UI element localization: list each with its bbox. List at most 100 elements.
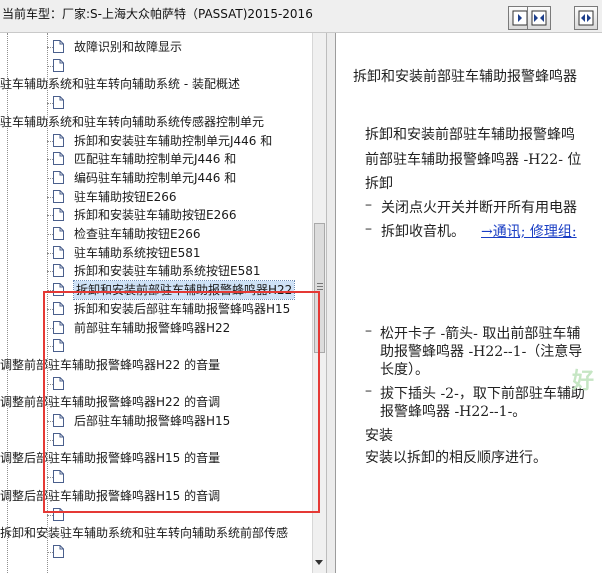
grip-line	[317, 286, 323, 287]
document-icon	[53, 59, 64, 72]
tree-item[interactable]: 驻车辅助系统和驻车转向辅助系统传感器控制单元	[0, 113, 312, 131]
toolbar: 当前车型：厂家:S-上海大众帕萨特（PASSAT)2015-2016	[0, 0, 602, 33]
tree-item[interactable]	[0, 506, 312, 524]
tree-item[interactable]	[0, 431, 312, 449]
tree-item-label: 拆卸和安装驻车辅助系统和驻车转向辅助系统前部传感	[0, 526, 289, 540]
tree-item[interactable]	[0, 57, 312, 75]
document-icon	[53, 134, 64, 147]
document-icon	[53, 470, 64, 483]
grip-line	[317, 283, 323, 284]
watermark: 好	[572, 368, 595, 394]
panel-right-icon	[512, 10, 528, 26]
tree-item[interactable]: 调整前部驻车辅助报警蜂鸣器H22 的音量	[0, 356, 312, 374]
tree-item[interactable]: 匹配驻车辅助控制单元J446 和	[0, 150, 312, 168]
tree-item[interactable]	[0, 375, 312, 393]
tree-item[interactable]: 拆卸和安装后部驻车辅助报警蜂鸣器H15	[0, 300, 312, 318]
document-icon	[53, 96, 64, 109]
document-icon	[53, 283, 64, 296]
tree-item-label: 编码驻车辅助控制单元J446 和	[74, 171, 237, 185]
tree-item-label: 检查驻车辅助按钮E266	[74, 227, 201, 241]
tree-item[interactable]: 调整后部驻车辅助报警蜂鸣器H15 的音量	[0, 449, 312, 467]
bullet-mark: –	[365, 383, 372, 399]
bullet-mark: –	[365, 197, 372, 213]
tree-item-label: 拆卸和安装后部驻车辅助报警蜂鸣器H15	[74, 302, 291, 316]
tree-item-label: 驻车辅助按钮E266	[74, 190, 177, 204]
document-icon	[53, 321, 64, 334]
document-icon	[53, 508, 64, 521]
expand-panels-button[interactable]	[574, 6, 598, 30]
document-icon	[53, 414, 64, 427]
tree-item-label: 匹配驻车辅助控制单元J446 和	[74, 152, 237, 166]
pane-splitter[interactable]	[326, 33, 336, 573]
document-icon	[53, 40, 64, 53]
tree-item-label: 调整后部驻车辅助报警蜂鸣器H15 的音调	[0, 489, 221, 503]
paragraph: 前部驻车辅助报警蜂鸣器 -H22- 位	[365, 152, 582, 168]
tree-item[interactable]	[0, 337, 312, 355]
tree-item-label: 调整后部驻车辅助报警蜂鸣器H15 的音量	[0, 451, 221, 465]
step-text: 拔下插头 -2-，取下前部驻车辅助	[380, 386, 585, 402]
tree-item-label: 前部驻车辅助报警蜂鸣器H22	[74, 321, 231, 335]
tree-item[interactable]	[0, 543, 312, 561]
tree-item-label: 驻车辅助系统和驻车转向辅助系统 - 装配概述	[0, 77, 240, 91]
document-icon	[53, 433, 64, 446]
document-icon	[53, 264, 64, 277]
step-text: 关闭点火开关并断开所有用电器	[381, 200, 577, 216]
reference-link[interactable]: →通讯; 修理组:	[481, 221, 577, 241]
bullet-mark: –	[365, 323, 372, 339]
tree-item[interactable]: 故障识别和故障显示	[0, 38, 312, 56]
step-text: 松开卡子 -箭头- 取出前部驻车辅	[380, 326, 581, 342]
vehicle-model-title: 当前车型：厂家:S-上海大众帕萨特（PASSAT)2015-2016	[2, 7, 313, 21]
tree-scrollbar[interactable]	[312, 33, 326, 573]
topic-tree[interactable]: 故障识别和故障显示驻车辅助系统和驻车转向辅助系统 - 装配概述驻车辅助系统和驻车…	[0, 33, 312, 573]
tree-item[interactable]: 前部驻车辅助报警蜂鸣器H22	[0, 319, 312, 337]
tree-item[interactable]: 驻车辅助系统按钮E581	[0, 244, 312, 262]
step-text: 拆卸收音机。	[381, 224, 465, 240]
step-text: 长度）。	[380, 362, 429, 378]
tree-item[interactable]: 拆卸和安装驻车辅助按钮E266	[0, 206, 312, 224]
bullet-mark: –	[365, 221, 372, 237]
arrows-inward-icon	[531, 10, 547, 26]
tree-item-label: 后部驻车辅助报警蜂鸣器H15	[74, 414, 231, 428]
document-icon	[53, 190, 64, 203]
tree-item[interactable]: 拆卸和安装驻车辅助系统和驻车转向辅助系统前部传感	[0, 524, 312, 542]
tree-item[interactable]: 拆卸和安装驻车辅助系统按钮E581	[0, 262, 312, 280]
tree-item-label: 故障识别和故障显示	[74, 40, 183, 54]
section-title: 拆卸	[365, 176, 393, 192]
document-view: 拆卸和安装前部驻车辅助报警蜂鸣器 拆卸和安装前部驻车辅助报警蜂鸣 前部驻车辅助报…	[336, 33, 602, 573]
paragraph: 安装以拆卸的相反顺序进行。	[365, 450, 547, 466]
tree-item-label: 拆卸和安装前部驻车辅助报警蜂鸣器H22	[72, 280, 296, 300]
step-text: 报警蜂鸣器 -H22--1-。	[380, 404, 527, 420]
tree-item[interactable]: 调整后部驻车辅助报警蜂鸣器H15 的音调	[0, 487, 312, 505]
tree-item-label: 驻车辅助系统按钮E581	[74, 246, 201, 260]
tree-item[interactable]	[0, 468, 312, 486]
tree-item[interactable]: 拆卸和安装前部驻车辅助报警蜂鸣器H22	[0, 280, 312, 300]
document-icon	[53, 545, 64, 558]
tree-item[interactable]: 编码驻车辅助控制单元J446 和	[0, 169, 312, 187]
scroll-down-arrow-icon[interactable]	[315, 560, 323, 565]
arrows-outward-icon	[578, 10, 594, 26]
tree-item[interactable]: 检查驻车辅助按钮E266	[0, 225, 312, 243]
tree-item-label: 拆卸和安装驻车辅助系统按钮E581	[74, 264, 261, 278]
tree-item[interactable]	[0, 94, 312, 112]
tree-item[interactable]: 驻车辅助按钮E266	[0, 188, 312, 206]
grip-line	[317, 289, 323, 290]
document-icon	[53, 208, 64, 221]
tree-item[interactable]: 调整前部驻车辅助报警蜂鸣器H22 的音调	[0, 393, 312, 411]
tree-item[interactable]: 驻车辅助系统和驻车转向辅助系统 - 装配概述	[0, 75, 312, 93]
tree-item-label: 拆卸和安装驻车辅助按钮E266	[74, 208, 237, 222]
tree-item[interactable]: 拆卸和安装驻车辅助控制单元J446 和	[0, 132, 312, 150]
section-title: 安装	[365, 428, 393, 444]
document-icon	[53, 227, 64, 240]
tree-scrollbar-thumb[interactable]	[314, 223, 325, 353]
tree-item-label: 驻车辅助系统和驻车转向辅助系统传感器控制单元	[0, 115, 265, 129]
collapse-panels-button[interactable]	[527, 6, 551, 30]
paragraph: 拆卸和安装前部驻车辅助报警蜂鸣	[365, 127, 575, 143]
document-heading: 拆卸和安装前部驻车辅助报警蜂鸣器	[353, 69, 577, 85]
document-icon	[53, 246, 64, 259]
document-icon	[53, 152, 64, 165]
tree-item-label: 调整前部驻车辅助报警蜂鸣器H22 的音量	[0, 358, 221, 372]
tree-item[interactable]: 后部驻车辅助报警蜂鸣器H15	[0, 412, 312, 430]
document-icon	[53, 171, 64, 184]
document-icon	[53, 339, 64, 352]
tree-item-label: 调整前部驻车辅助报警蜂鸣器H22 的音调	[0, 395, 221, 409]
